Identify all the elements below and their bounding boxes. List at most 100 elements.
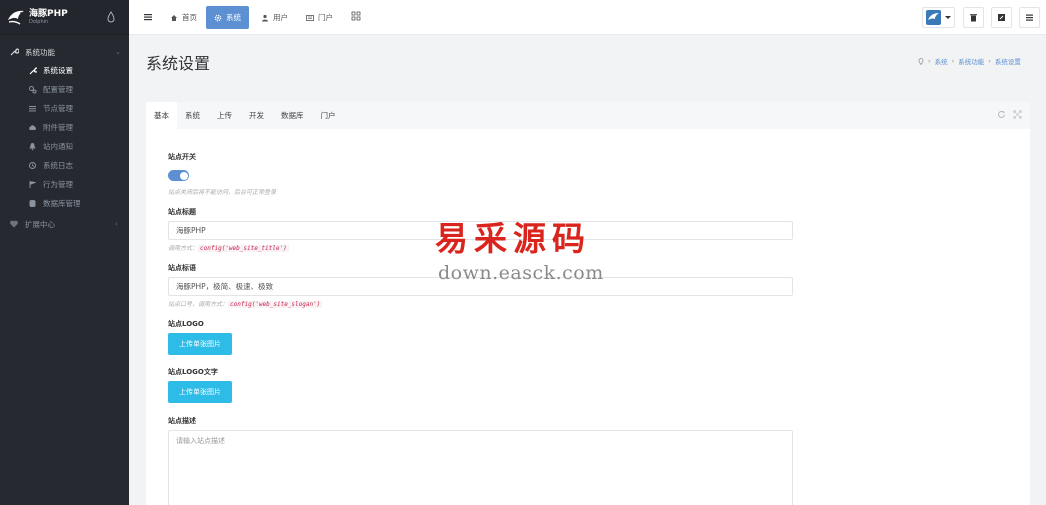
- grid-icon[interactable]: [351, 11, 361, 21]
- field-help: 站点关闭后将不能访问，后台可正常登录: [168, 189, 277, 196]
- sidebar-item-label: 站内通知: [43, 142, 73, 151]
- tab-portal[interactable]: 门户: [321, 102, 345, 129]
- expand-icon: [998, 14, 1005, 21]
- sidebar-item-3[interactable]: 附件管理: [0, 118, 129, 137]
- tab-upload[interactable]: 上传: [217, 102, 241, 129]
- chevron-down-icon: ⌄: [115, 48, 121, 56]
- sidebar-item-4[interactable]: 站内通知: [0, 137, 129, 156]
- site-desc-field: 站点描述 请输入站点描述: [168, 416, 793, 505]
- site-desc-textarea[interactable]: 请输入站点描述: [168, 430, 793, 505]
- settings-tabs: 基本 系统 上传 开发 数据库 门户: [146, 102, 1030, 129]
- sidebar-item-6[interactable]: 行为管理: [0, 175, 129, 194]
- tab-system[interactable]: 系统: [185, 102, 209, 129]
- chevron-left-icon: ‹: [115, 220, 118, 228]
- sidebar-group-system[interactable]: 系统功能 ⌄: [0, 43, 129, 61]
- menu-toggle-icon[interactable]: [143, 12, 153, 22]
- dolphin-avatar-icon: [928, 13, 939, 20]
- breadcrumb-item[interactable]: 系统设置: [995, 56, 1021, 66]
- cloud-upload-icon: [29, 125, 37, 130]
- breadcrumb: › 系统 › 系统功能 › 系统设置: [918, 56, 1021, 66]
- header-tab-home[interactable]: 首页: [162, 6, 205, 29]
- watermark-main: 易采源码: [435, 219, 591, 258]
- header-tab-label: 用户: [273, 13, 288, 22]
- header-tab-label: 系统: [226, 13, 241, 22]
- clear-cache-button[interactable]: [963, 7, 984, 28]
- sidebar-item-label: 配置管理: [43, 85, 73, 94]
- sidebar-item-0[interactable]: 系统设置: [0, 61, 129, 80]
- top-header: 首页 系统 用户 门户: [129, 0, 1046, 35]
- sidebar-group-extension[interactable]: 扩展中心 ‹: [0, 215, 129, 233]
- sidebar-item-label: 数据库管理: [43, 199, 81, 208]
- user-menu-button[interactable]: [922, 7, 955, 28]
- sidebar-group-label: 扩展中心: [25, 219, 55, 229]
- newspaper-icon: [306, 14, 314, 21]
- brand-subtitle: Dolphin: [29, 18, 49, 25]
- cog-icon: [214, 14, 222, 21]
- dolphin-logo-icon: [8, 10, 24, 25]
- tab-database[interactable]: 数据库: [281, 102, 313, 129]
- upload-logo-button[interactable]: 上传单张图片: [168, 333, 232, 355]
- avatar: [926, 10, 941, 25]
- wrench-icon: [10, 48, 19, 56]
- help-code: config('web_site_slogan'): [228, 301, 323, 308]
- header-tab-system[interactable]: 系统: [206, 6, 249, 29]
- gears-icon: [29, 86, 37, 94]
- breadcrumb-separator: ›: [988, 57, 991, 65]
- sidebar-item-1[interactable]: 配置管理: [0, 80, 129, 99]
- tab-basic[interactable]: 基本: [146, 102, 177, 129]
- list-icon: [29, 106, 36, 112]
- header-tab-user[interactable]: 用户: [253, 6, 296, 29]
- home-icon: [171, 14, 177, 21]
- breadcrumb-separator: ›: [928, 57, 931, 65]
- heart-icon: [10, 220, 18, 228]
- map-marker-icon: [918, 57, 924, 65]
- site-logo-field: 站点LOGO 上传单张图片: [168, 319, 232, 355]
- sidebar-item-2[interactable]: 节点管理: [0, 99, 129, 118]
- brand-title: 海豚PHP: [29, 8, 68, 19]
- expand-icon[interactable]: [1013, 110, 1022, 119]
- refresh-icon[interactable]: [997, 110, 1006, 119]
- sidebar-item-label: 附件管理: [43, 123, 73, 132]
- header-tab-portal[interactable]: 门户: [298, 6, 341, 29]
- bell-icon: [29, 143, 36, 151]
- tasks-icon: [1026, 14, 1033, 21]
- page-title: 系统设置: [146, 54, 211, 73]
- sidebar-item-label: 系统日志: [43, 161, 73, 170]
- field-label: 站点LOGO文字: [168, 368, 218, 376]
- sidebar-item-label: 行为管理: [43, 180, 73, 189]
- site-switch-toggle[interactable]: [168, 170, 189, 181]
- tab-develop[interactable]: 开发: [249, 102, 273, 129]
- brand[interactable]: 海豚PHP Dolphin: [0, 0, 129, 35]
- watermark-sub: down.easck.com: [438, 262, 604, 284]
- header-tab-label: 首页: [182, 13, 197, 22]
- field-label: 站点开关: [168, 153, 196, 161]
- site-switch-field: 站点开关 站点关闭后将不能访问，后台可正常登录: [168, 152, 276, 196]
- sidebar-group-label: 系统功能: [25, 47, 55, 57]
- caret-down-icon: [945, 16, 951, 19]
- breadcrumb-item[interactable]: 系统功能: [958, 56, 984, 66]
- database-icon: [29, 200, 36, 207]
- sidebar-item-5[interactable]: 系统日志: [0, 156, 129, 175]
- toggle-knob: [179, 171, 188, 180]
- field-help: 站点口号，调用方式： config('web_site_slogan'): [168, 299, 793, 308]
- settings-panel: 基本 系统 上传 开发 数据库 门户 站点开关 站点关闭后将不能访问，后台可正常…: [146, 102, 1030, 505]
- help-code: config('web_site_title'): [198, 245, 289, 252]
- user-icon: [262, 14, 268, 21]
- history-icon: [29, 162, 36, 169]
- upload-logo-text-button[interactable]: 上传单张图片: [168, 381, 232, 403]
- sidebar-item-label: 节点管理: [43, 104, 73, 113]
- header-tab-label: 门户: [318, 13, 333, 22]
- fullscreen-button[interactable]: [991, 7, 1012, 28]
- panel-tools: [997, 110, 1022, 119]
- flag-icon: [29, 181, 37, 188]
- sidebar-item-7[interactable]: 数据库管理: [0, 194, 129, 213]
- sidebar-item-label: 系统设置: [43, 66, 73, 75]
- drop-icon[interactable]: [106, 11, 116, 23]
- help-prefix: 调用方式：: [168, 245, 199, 252]
- site-logo-text-field: 站点LOGO文字 上传单张图片: [168, 367, 232, 403]
- field-label: 站点描述: [168, 417, 196, 425]
- breadcrumb-item[interactable]: 系统: [935, 56, 948, 66]
- breadcrumb-separator: ›: [951, 57, 955, 65]
- sidebar: 海豚PHP Dolphin 系统功能 ⌄ 系统设置配置管理节点管理附件管理站内通…: [0, 0, 129, 505]
- side-overlay-button[interactable]: [1019, 7, 1040, 28]
